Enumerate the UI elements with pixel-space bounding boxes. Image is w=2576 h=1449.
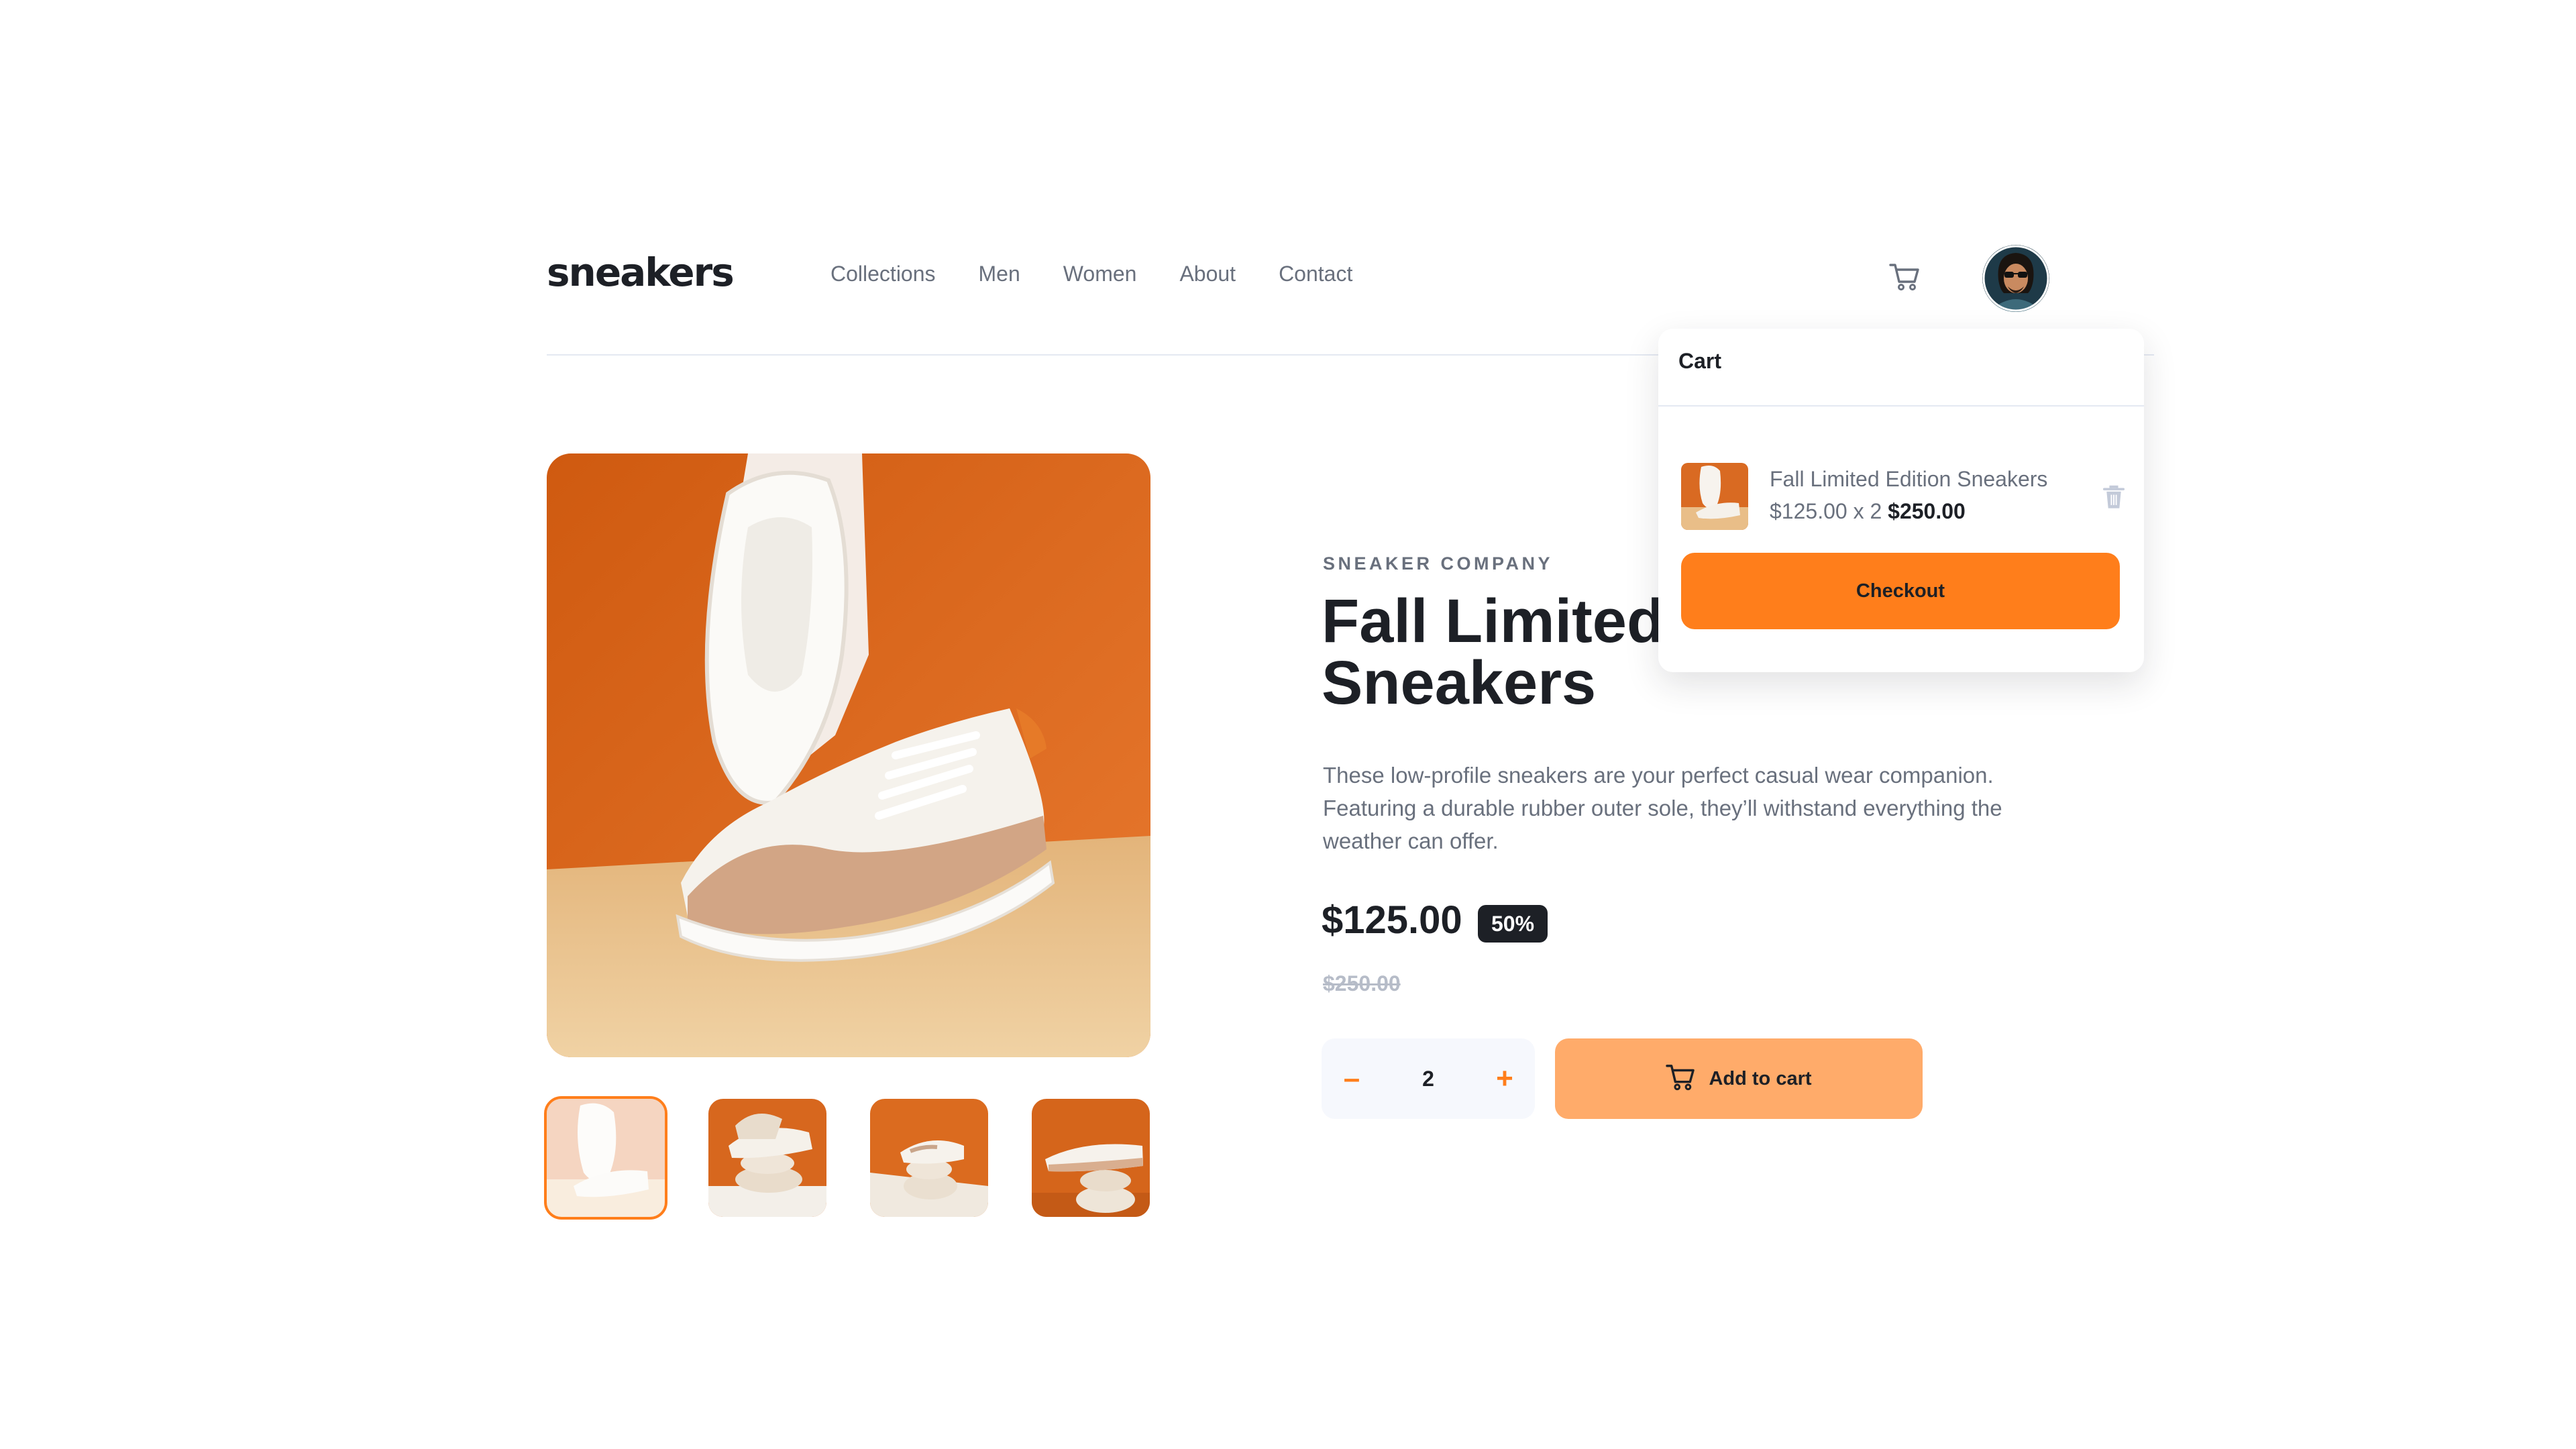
- cart-item-thumbnail: [1681, 463, 1748, 530]
- add-to-cart-button[interactable]: Add to cart: [1555, 1038, 1923, 1119]
- nav-item-men[interactable]: Men: [979, 262, 1020, 286]
- nav-item-women[interactable]: Women: [1063, 262, 1137, 286]
- cart-icon: [1666, 1064, 1695, 1094]
- nav-item-collections[interactable]: Collections: [830, 262, 936, 286]
- user-avatar[interactable]: [1982, 245, 2049, 312]
- trash-icon[interactable]: [2102, 484, 2125, 510]
- cart-item-calc: $125.00 x 2: [1770, 499, 1882, 523]
- cart-popover: Cart Fall Limited Edition Sneakers $125.…: [1658, 329, 2144, 672]
- product-title-line2: Sneakers: [1322, 649, 1597, 717]
- nav-item-about[interactable]: About: [1179, 262, 1236, 286]
- current-price: $125.00: [1322, 898, 1462, 942]
- cart-title: Cart: [1678, 349, 1722, 373]
- checkout-button[interactable]: Checkout: [1681, 553, 2120, 629]
- increase-quantity-button[interactable]: +: [1474, 1038, 1535, 1119]
- product-main-image[interactable]: [547, 453, 1150, 1057]
- cart-divider: [1658, 405, 2144, 407]
- thumbnail-4[interactable]: [1032, 1099, 1150, 1217]
- product-title-line1: Fall Limited: [1322, 587, 1665, 655]
- thumbnail-1[interactable]: [544, 1096, 667, 1220]
- main-nav: Collections Men Women About Contact: [830, 262, 1395, 286]
- product-description: These low-profile sneakers are your perf…: [1323, 763, 2002, 853]
- cart-item-total: $250.00: [1888, 499, 1966, 523]
- quantity-stepper: – 2 +: [1322, 1038, 1535, 1119]
- discount-badge: 50%: [1478, 905, 1548, 943]
- logo[interactable]: sneakers: [547, 250, 735, 295]
- original-price: $250.00: [1323, 971, 1401, 996]
- cart-icon[interactable]: [1889, 263, 1920, 291]
- add-to-cart-label: Add to cart: [1709, 1067, 1812, 1089]
- decrease-quantity-button[interactable]: –: [1322, 1038, 1382, 1119]
- cart-item-price: $125.00 x 2 $250.00: [1770, 499, 1966, 524]
- quantity-value: 2: [1422, 1067, 1434, 1091]
- company-name: SNEAKER COMPANY: [1323, 553, 1554, 574]
- nav-item-contact[interactable]: Contact: [1279, 262, 1352, 286]
- cart-item-name: Fall Limited Edition Sneakers: [1770, 467, 2048, 491]
- thumbnail-2[interactable]: [708, 1099, 826, 1217]
- thumbnail-3[interactable]: [870, 1099, 988, 1217]
